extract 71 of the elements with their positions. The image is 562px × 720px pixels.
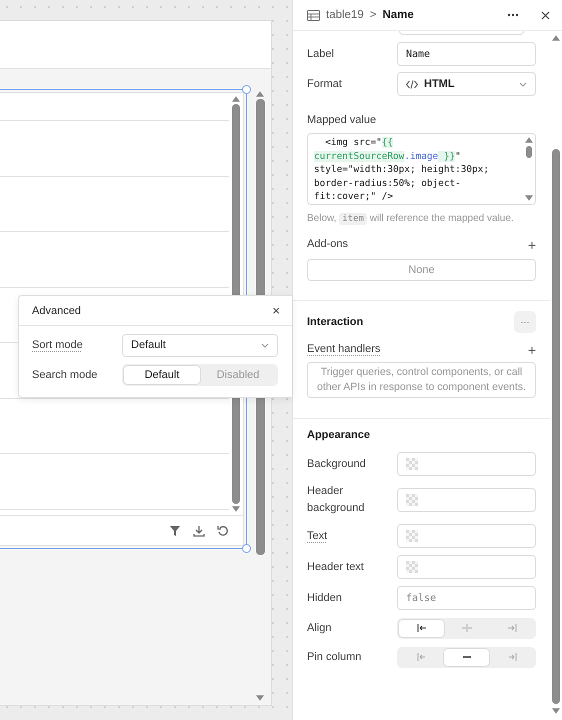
empty-state-text: Trigger queries, control components, or call other APIs in response to component events.: [307, 362, 536, 398]
color-field[interactable]: [397, 555, 536, 579]
download-icon[interactable]: [193, 524, 205, 536]
color-field[interactable]: [397, 452, 536, 476]
format-dropdown[interactable]: HTML: [397, 72, 536, 96]
label-field[interactable]: Name: [397, 42, 536, 66]
resize-handle[interactable]: [242, 544, 251, 553]
scroll-down-icon[interactable]: [256, 695, 264, 701]
code-line: style="width:30px; height:30px;: [314, 163, 490, 176]
field-label: Background: [307, 456, 367, 472]
transparency-swatch-icon: [406, 530, 418, 542]
field-label: Hidden: [307, 590, 343, 606]
field-label: Add-ons: [307, 237, 349, 252]
code-line: currentSourceRow.image }}": [314, 150, 462, 163]
filter-icon[interactable]: [169, 524, 181, 536]
scroll-up-icon[interactable]: [256, 91, 264, 97]
sort-mode-dropdown[interactable]: Default: [122, 334, 278, 356]
add-button[interactable]: +: [528, 238, 536, 252]
chevron-down-icon: [519, 82, 527, 86]
color-field[interactable]: [397, 488, 536, 512]
scrollbar-thumb[interactable]: [552, 149, 560, 704]
helper-text: Below, item will reference the mapped value.: [307, 212, 514, 227]
field-label: Header text: [307, 560, 365, 574]
section-title: Interaction: [307, 316, 364, 328]
code-line: <img src="{{: [324, 136, 394, 150]
scrollbar-thumb[interactable]: [526, 146, 532, 158]
field-label: Sort mode: [32, 338, 84, 352]
transparency-swatch-icon: [406, 561, 418, 573]
field-label: Label: [307, 46, 335, 62]
field-label: Header background: [307, 484, 366, 516]
close-icon[interactable]: [541, 10, 550, 20]
text-field[interactable]: false: [397, 586, 536, 610]
close-button[interactable]: ×: [272, 303, 280, 318]
code-line: fit:cover;" />: [314, 190, 394, 204]
resize-handle[interactable]: [242, 85, 251, 94]
field-label: Format: [307, 76, 343, 92]
more-icon[interactable]: [507, 13, 519, 17]
align-left-icon: [416, 622, 428, 634]
breadcrumb-link[interactable]: table19: [326, 9, 364, 21]
code-editor[interactable]: <img src="{{ currentSourceRow.image }}" style="width:30px; height:30px; border-radius:50%; object- fit:cover;" />: [307, 133, 536, 205]
code-line: border-radius:50%; object-: [314, 176, 462, 190]
more-button[interactable]: ···: [514, 311, 536, 333]
scroll-up-icon[interactable]: [552, 35, 560, 41]
segment-option[interactable]: Default: [124, 366, 200, 384]
align-right-icon: [506, 622, 518, 634]
breadcrumb-separator: >: [370, 9, 376, 21]
table-icon: [307, 10, 320, 20]
add-button[interactable]: +: [528, 342, 536, 356]
transparency-swatch-icon: [406, 494, 418, 506]
scroll-down-icon[interactable]: [552, 708, 560, 714]
field-label: Align: [307, 620, 332, 636]
transparency-swatch-icon: [406, 458, 418, 470]
section-title: Appearance: [307, 429, 371, 441]
field-label: Text: [307, 528, 328, 544]
code-icon: [406, 80, 418, 88]
chevron-down-icon: [261, 342, 269, 348]
breadcrumb-current: Name: [382, 9, 414, 21]
color-field[interactable]: [397, 524, 536, 548]
align-center-icon: [460, 622, 472, 634]
field-label: Event handlers: [307, 342, 380, 357]
scroll-down-icon[interactable]: [525, 195, 533, 201]
popover-title: Advanced: [32, 304, 81, 316]
scroll-down-icon[interactable]: [232, 506, 240, 512]
pin-left-icon: [416, 651, 428, 663]
field-label: Search mode: [32, 368, 98, 382]
field-label: Pin column: [307, 650, 362, 664]
field-label: Mapped value: [307, 113, 378, 128]
segment-option[interactable]: [399, 620, 444, 636]
scroll-up-icon[interactable]: [232, 96, 240, 102]
scroll-up-icon[interactable]: [525, 137, 533, 143]
refresh-icon[interactable]: [217, 524, 229, 536]
